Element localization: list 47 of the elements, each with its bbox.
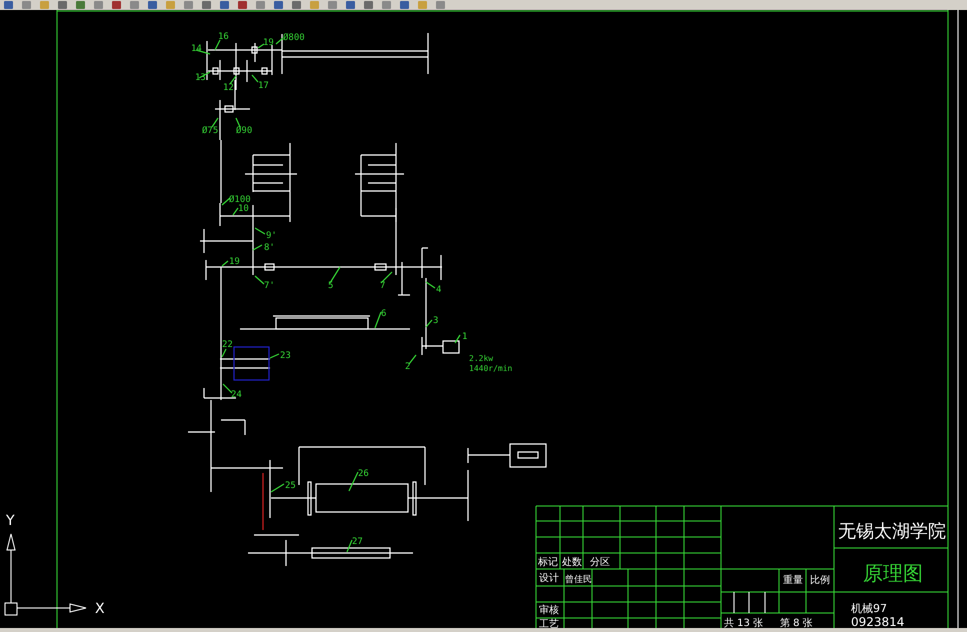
callout-label: Ø75 — [202, 126, 218, 136]
callout-label: 19 — [263, 38, 274, 48]
callout-label: 4 — [436, 285, 442, 295]
callout-label: 7 — [380, 281, 386, 291]
callout-label: 12 — [223, 83, 234, 93]
student-id: 0923814 — [851, 615, 904, 628]
callout-label: 2 — [405, 362, 410, 372]
callout-label: 14 — [191, 44, 202, 54]
callout-label: 5 — [328, 281, 334, 291]
motor-speed-label: 1440r/min — [469, 364, 512, 373]
title-block-label: 标记 — [538, 557, 558, 568]
class-label: 机械97 — [851, 602, 887, 615]
callout-label: 3 — [433, 316, 438, 326]
title-block-label: 分区 — [590, 557, 610, 568]
school-name: 无锡太湖学院 — [838, 521, 946, 542]
callout-label: 19 — [229, 257, 240, 267]
x-axis-label: X — [95, 601, 105, 617]
callout-label: 26 — [358, 469, 369, 479]
callout-label: 10 — [238, 204, 249, 214]
callout-label: Ø800 — [283, 33, 305, 43]
sheet-total-label: 共 13 张 — [724, 618, 764, 628]
title-block-label: 工艺 — [539, 619, 559, 628]
callout-label: Ø90 — [236, 126, 252, 136]
sheet-number-label: 第 8 张 — [780, 618, 813, 628]
title-block-label: 处数 — [562, 557, 582, 568]
callout-label: 16 — [218, 32, 229, 42]
callout-label: 6 — [381, 309, 386, 319]
callout-label: 1 — [462, 332, 468, 342]
callout-label: 25 — [285, 481, 296, 491]
callout-label: 8' — [264, 243, 275, 253]
title-block-label: 设计 — [539, 573, 559, 584]
weight-label: 重量 — [783, 575, 803, 586]
drawing-title: 原理图 — [863, 561, 923, 585]
designer-name: 曾佳民 — [565, 575, 592, 585]
callout-label: 7' — [264, 281, 275, 291]
callout-label: 17 — [258, 81, 269, 91]
callout-label: 13 — [195, 73, 206, 83]
callout-label: 24 — [231, 390, 242, 400]
callout-label: 23 — [280, 351, 291, 361]
callout-label: 9' — [266, 231, 277, 241]
scale-label: 比例 — [810, 575, 830, 586]
y-axis-label: Y — [6, 513, 15, 529]
callout-label: 22 — [222, 340, 233, 350]
callout-label: 27 — [352, 537, 363, 547]
motor-power-label: 2.2kw — [469, 354, 494, 363]
callout-label: Ø100 — [229, 195, 251, 205]
title-block-label: 审核 — [539, 605, 559, 616]
